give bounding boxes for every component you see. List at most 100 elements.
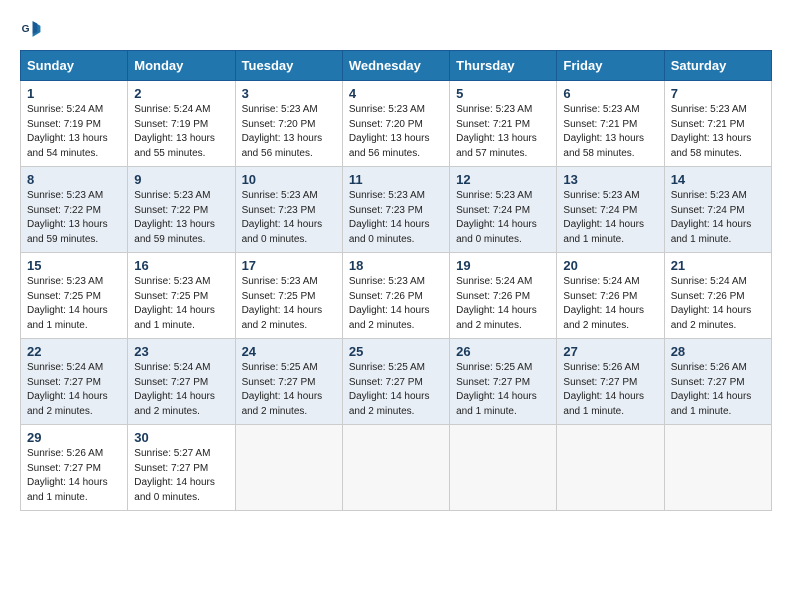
calendar-cell: 19 Sunrise: 5:24 AM Sunset: 7:26 PM Dayli… bbox=[450, 253, 557, 339]
day-info: Sunrise: 5:24 AM Sunset: 7:26 PM Dayligh… bbox=[456, 275, 550, 333]
day-number: 16 bbox=[134, 258, 228, 273]
day-number: 27 bbox=[563, 344, 657, 359]
calendar-cell bbox=[664, 425, 771, 511]
day-number: 29 bbox=[27, 430, 121, 445]
calendar-cell: 4 Sunrise: 5:23 AM Sunset: 7:20 PM Daylig… bbox=[342, 81, 449, 167]
day-number: 10 bbox=[242, 172, 336, 187]
day-info: Sunrise: 5:26 AM Sunset: 7:27 PM Dayligh… bbox=[27, 447, 121, 505]
day-info: Sunrise: 5:23 AM Sunset: 7:26 PM Dayligh… bbox=[349, 275, 443, 333]
day-info: Sunrise: 5:25 AM Sunset: 7:27 PM Dayligh… bbox=[349, 361, 443, 419]
day-info: Sunrise: 5:23 AM Sunset: 7:20 PM Dayligh… bbox=[349, 103, 443, 161]
day-number: 21 bbox=[671, 258, 765, 273]
weekday-header-tuesday: Tuesday bbox=[235, 51, 342, 81]
calendar-week-4: 22Sunrise: 5:24 AM Sunset: 7:27 PM Dayli… bbox=[21, 339, 772, 425]
calendar-week-3: 15 Sunrise: 5:23 AM Sunset: 7:25 PM Dayli… bbox=[21, 253, 772, 339]
calendar-header-row: SundayMondayTuesdayWednesdayThursdayFrid… bbox=[21, 51, 772, 81]
calendar-cell: 1 Sunrise: 5:24 AM Sunset: 7:19 PM Daylig… bbox=[21, 81, 128, 167]
day-info: Sunrise: 5:23 AM Sunset: 7:22 PM Dayligh… bbox=[27, 189, 121, 247]
calendar-cell: 13 Sunrise: 5:23 AM Sunset: 7:24 PM Dayli… bbox=[557, 167, 664, 253]
day-info: Sunrise: 5:24 AM Sunset: 7:19 PM Dayligh… bbox=[27, 103, 121, 161]
day-number: 1 bbox=[27, 86, 121, 101]
svg-text:G: G bbox=[22, 24, 30, 35]
day-number: 11 bbox=[349, 172, 443, 187]
day-number: 2 bbox=[134, 86, 228, 101]
day-number: 30 bbox=[134, 430, 228, 445]
day-number: 20 bbox=[563, 258, 657, 273]
day-number: 6 bbox=[563, 86, 657, 101]
calendar-cell: 2 Sunrise: 5:24 AM Sunset: 7:19 PM Daylig… bbox=[128, 81, 235, 167]
day-info: Sunrise: 5:25 AM Sunset: 7:27 PM Dayligh… bbox=[456, 361, 550, 419]
day-info: Sunrise: 5:23 AM Sunset: 7:25 PM Dayligh… bbox=[27, 275, 121, 333]
day-info: Sunrise: 5:24 AM Sunset: 7:27 PM Dayligh… bbox=[27, 361, 121, 419]
calendar-cell: 20 Sunrise: 5:24 AM Sunset: 7:26 PM Dayli… bbox=[557, 253, 664, 339]
logo-icon: G bbox=[20, 18, 42, 40]
calendar-cell: 30 Sunrise: 5:27 AM Sunset: 7:27 PM Dayli… bbox=[128, 425, 235, 511]
day-info: Sunrise: 5:23 AM Sunset: 7:25 PM Dayligh… bbox=[134, 275, 228, 333]
day-info: Sunrise: 5:24 AM Sunset: 7:26 PM Dayligh… bbox=[563, 275, 657, 333]
calendar-page: G SundayMondayTuesdayWednesdayThursdayFr… bbox=[0, 0, 792, 612]
calendar-cell: 14 Sunrise: 5:23 AM Sunset: 7:24 PM Dayli… bbox=[664, 167, 771, 253]
day-number: 7 bbox=[671, 86, 765, 101]
day-info: Sunrise: 5:23 AM Sunset: 7:21 PM Dayligh… bbox=[671, 103, 765, 161]
page-header: G bbox=[20, 18, 772, 40]
day-number: 14 bbox=[671, 172, 765, 187]
calendar-cell bbox=[235, 425, 342, 511]
calendar-cell: 24 Sunrise: 5:25 AM Sunset: 7:27 PM Dayli… bbox=[235, 339, 342, 425]
calendar-cell: 6 Sunrise: 5:23 AM Sunset: 7:21 PM Daylig… bbox=[557, 81, 664, 167]
day-info: Sunrise: 5:23 AM Sunset: 7:24 PM Dayligh… bbox=[456, 189, 550, 247]
day-info: Sunrise: 5:23 AM Sunset: 7:24 PM Dayligh… bbox=[671, 189, 765, 247]
weekday-header-monday: Monday bbox=[128, 51, 235, 81]
day-info: Sunrise: 5:23 AM Sunset: 7:21 PM Dayligh… bbox=[456, 103, 550, 161]
calendar-cell: 15 Sunrise: 5:23 AM Sunset: 7:25 PM Dayli… bbox=[21, 253, 128, 339]
day-info: Sunrise: 5:26 AM Sunset: 7:27 PM Dayligh… bbox=[671, 361, 765, 419]
day-number: 13 bbox=[563, 172, 657, 187]
day-number: 28 bbox=[671, 344, 765, 359]
day-number: 3 bbox=[242, 86, 336, 101]
day-info: Sunrise: 5:25 AM Sunset: 7:27 PM Dayligh… bbox=[242, 361, 336, 419]
calendar-week-5: 29 Sunrise: 5:26 AM Sunset: 7:27 PM Dayli… bbox=[21, 425, 772, 511]
calendar-cell: 29 Sunrise: 5:26 AM Sunset: 7:27 PM Dayli… bbox=[21, 425, 128, 511]
day-info: Sunrise: 5:23 AM Sunset: 7:23 PM Dayligh… bbox=[349, 189, 443, 247]
day-number: 8 bbox=[27, 172, 121, 187]
day-info: Sunrise: 5:23 AM Sunset: 7:25 PM Dayligh… bbox=[242, 275, 336, 333]
day-info: Sunrise: 5:23 AM Sunset: 7:23 PM Dayligh… bbox=[242, 189, 336, 247]
logo: G bbox=[20, 18, 46, 40]
calendar-cell: 17 Sunrise: 5:23 AM Sunset: 7:25 PM Dayli… bbox=[235, 253, 342, 339]
calendar-cell: 3Sunrise: 5:23 AM Sunset: 7:20 PM Daylig… bbox=[235, 81, 342, 167]
calendar-cell: 23 Sunrise: 5:24 AM Sunset: 7:27 PM Dayli… bbox=[128, 339, 235, 425]
calendar-cell: 26 Sunrise: 5:25 AM Sunset: 7:27 PM Dayli… bbox=[450, 339, 557, 425]
day-number: 15 bbox=[27, 258, 121, 273]
calendar-cell bbox=[557, 425, 664, 511]
day-number: 12 bbox=[456, 172, 550, 187]
calendar-cell: 25Sunrise: 5:25 AM Sunset: 7:27 PM Dayli… bbox=[342, 339, 449, 425]
calendar-cell: 12 Sunrise: 5:23 AM Sunset: 7:24 PM Dayli… bbox=[450, 167, 557, 253]
day-number: 4 bbox=[349, 86, 443, 101]
calendar-cell: 9 Sunrise: 5:23 AM Sunset: 7:22 PM Daylig… bbox=[128, 167, 235, 253]
day-info: Sunrise: 5:23 AM Sunset: 7:21 PM Dayligh… bbox=[563, 103, 657, 161]
calendar-cell: 16 Sunrise: 5:23 AM Sunset: 7:25 PM Dayli… bbox=[128, 253, 235, 339]
calendar-cell: 28 Sunrise: 5:26 AM Sunset: 7:27 PM Dayli… bbox=[664, 339, 771, 425]
day-number: 17 bbox=[242, 258, 336, 273]
calendar-cell bbox=[342, 425, 449, 511]
day-info: Sunrise: 5:24 AM Sunset: 7:27 PM Dayligh… bbox=[134, 361, 228, 419]
day-info: Sunrise: 5:23 AM Sunset: 7:24 PM Dayligh… bbox=[563, 189, 657, 247]
calendar-cell: 11 Sunrise: 5:23 AM Sunset: 7:23 PM Dayli… bbox=[342, 167, 449, 253]
day-info: Sunrise: 5:24 AM Sunset: 7:26 PM Dayligh… bbox=[671, 275, 765, 333]
weekday-header-thursday: Thursday bbox=[450, 51, 557, 81]
day-number: 23 bbox=[134, 344, 228, 359]
calendar-week-2: 8 Sunrise: 5:23 AM Sunset: 7:22 PM Daylig… bbox=[21, 167, 772, 253]
day-number: 26 bbox=[456, 344, 550, 359]
day-info: Sunrise: 5:27 AM Sunset: 7:27 PM Dayligh… bbox=[134, 447, 228, 505]
day-info: Sunrise: 5:23 AM Sunset: 7:22 PM Dayligh… bbox=[134, 189, 228, 247]
calendar-cell: 5Sunrise: 5:23 AM Sunset: 7:21 PM Daylig… bbox=[450, 81, 557, 167]
day-number: 18 bbox=[349, 258, 443, 273]
calendar-cell: 10 Sunrise: 5:23 AM Sunset: 7:23 PM Dayli… bbox=[235, 167, 342, 253]
day-number: 24 bbox=[242, 344, 336, 359]
day-info: Sunrise: 5:24 AM Sunset: 7:19 PM Dayligh… bbox=[134, 103, 228, 161]
day-number: 9 bbox=[134, 172, 228, 187]
day-number: 19 bbox=[456, 258, 550, 273]
calendar-cell: 27 Sunrise: 5:26 AM Sunset: 7:27 PM Dayli… bbox=[557, 339, 664, 425]
calendar-cell: 21 Sunrise: 5:24 AM Sunset: 7:26 PM Dayli… bbox=[664, 253, 771, 339]
calendar-table: SundayMondayTuesdayWednesdayThursdayFrid… bbox=[20, 50, 772, 511]
day-info: Sunrise: 5:26 AM Sunset: 7:27 PM Dayligh… bbox=[563, 361, 657, 419]
